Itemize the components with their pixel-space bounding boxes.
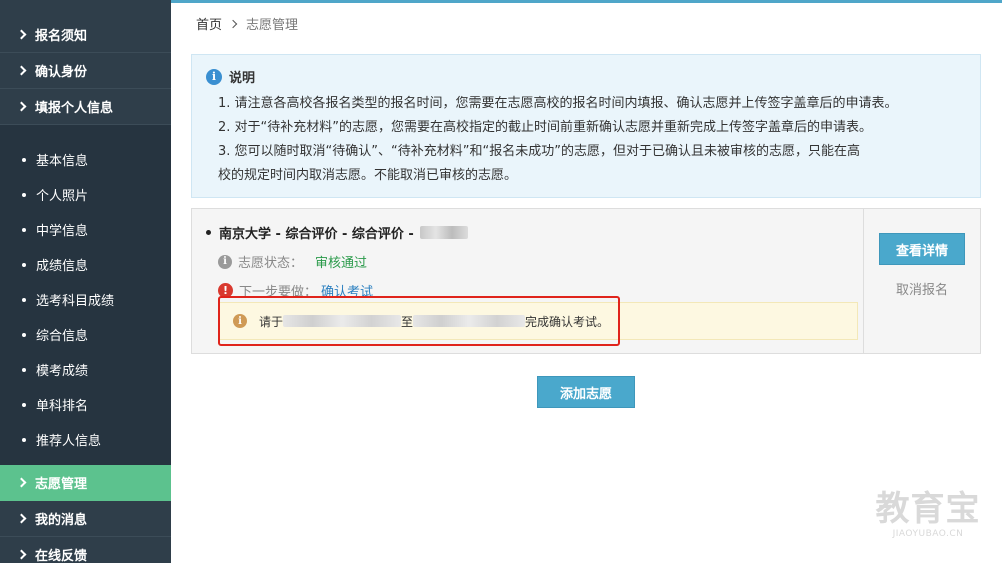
chevron-right-icon (16, 549, 27, 560)
breadcrumb-home-link[interactable]: 首页 (196, 14, 222, 33)
sidebar-subitem-referee-info[interactable]: 推荐人信息 (0, 422, 171, 457)
info-icon: i (233, 314, 247, 328)
application-card-actions: 查看详情 取消报名 (863, 209, 980, 353)
chevron-right-icon (16, 101, 27, 112)
bullet-icon (22, 402, 26, 407)
sidebar-item-label: 确认身份 (35, 65, 88, 80)
sidebar-subitem-label: 个人照片 (36, 189, 89, 204)
notice-panel: i 说明 1. 请注意各高校各报名类型的报名时间，您需要在志愿高校的报名时间内填… (191, 54, 981, 198)
sidebar-subitem-subject-rank[interactable]: 单科排名 (0, 387, 171, 422)
sidebar-subitem-basic-info[interactable]: 基本信息 (0, 142, 171, 177)
breadcrumb-current: 志愿管理 (246, 18, 299, 33)
notice-line: 2. 对于“待补充材料”的志愿，您需要在高校指定的截止时间前重新确认志愿并重新完… (218, 120, 873, 135)
application-title: 南京大学 - 综合评价 - 综合评价 - (219, 227, 414, 242)
next-step-row: ! 下一步要做： 确认考试 (206, 281, 853, 300)
redacted-text (283, 315, 402, 327)
sidebar-top-spacer (0, 0, 171, 17)
sidebar-subitem-label: 单科排名 (36, 399, 89, 414)
sidebar-subitem-grades[interactable]: 成绩信息 (0, 247, 171, 282)
sidebar-subitem-comprehensive-info[interactable]: 综合信息 (0, 317, 171, 352)
bullet-icon (22, 367, 26, 372)
cancel-registration-link[interactable]: 取消报名 (896, 279, 948, 298)
sidebar-item-label: 报名须知 (35, 29, 88, 44)
sidebar-subitem-elective-grades[interactable]: 选考科目成绩 (0, 282, 171, 317)
sidebar-subitem-label: 基本信息 (36, 154, 89, 169)
sidebar-subitem-school-info[interactable]: 中学信息 (0, 212, 171, 247)
confirm-exam-link[interactable]: 确认考试 (321, 281, 373, 300)
add-application-button[interactable]: 添加志愿 (537, 376, 635, 408)
info-icon: i (206, 68, 222, 85)
application-card: 南京大学 - 综合评价 - 综合评价 - i 志愿状态： 审核通过 ! 下一步要… (191, 208, 981, 354)
sidebar-subitem-mock-exam[interactable]: 模考成绩 (0, 352, 171, 387)
sidebar-subitem-label: 推荐人信息 (36, 434, 102, 449)
tip-box: i 请于 至 完成确认考试。 (219, 302, 858, 340)
tip-mid: 至 (401, 314, 414, 329)
redacted-text (419, 226, 468, 239)
bullet-icon (22, 437, 26, 442)
breadcrumb: 首页 志愿管理 (196, 14, 298, 33)
bullet-icon (22, 297, 26, 302)
watermark: 教育宝 JIAOYUBAO.CN (868, 489, 988, 539)
sidebar-item-registration-notice[interactable]: 报名须知 (0, 17, 171, 53)
sidebar-item-label: 我的消息 (35, 513, 88, 528)
bullet-icon (206, 230, 211, 235)
sidebar-item-label: 在线反馈 (35, 549, 88, 563)
notice-line: 3. 您可以随时取消“待确认”、“待补充材料”和“报名未成功”的志愿，但对于已确… (218, 144, 860, 159)
tip-prefix: 请于 (259, 314, 284, 329)
watermark-sub: JIAOYUBAO.CN (892, 529, 964, 539)
notice-line: 校的规定时间内取消志愿。不能取消已审核的志愿。 (218, 168, 518, 183)
bullet-icon (22, 262, 26, 267)
sidebar-subitem-label: 中学信息 (36, 224, 89, 239)
sidebar-item-confirm-identity[interactable]: 确认身份 (0, 53, 171, 89)
tip-suffix: 完成确认考试。 (525, 314, 610, 329)
bullet-icon (22, 192, 26, 197)
notice-title: i 说明 (206, 67, 966, 86)
redacted-text (413, 315, 526, 327)
info-icon: i (218, 254, 232, 269)
status-value: 审核通过 (315, 256, 368, 271)
sidebar-item-feedback[interactable]: 在线反馈 (0, 537, 171, 563)
status-row: i 志愿状态： 审核通过 (206, 252, 853, 271)
notice-title-text: 说明 (229, 71, 256, 86)
sidebar-subitem-label: 综合信息 (36, 329, 89, 344)
sidebar-subitem-label: 模考成绩 (36, 364, 89, 379)
warning-icon: ! (218, 283, 233, 298)
sidebar-item-application-management[interactable]: 志愿管理 (0, 465, 171, 501)
sidebar-subitem-photo[interactable]: 个人照片 (0, 177, 171, 212)
sidebar-item-personal-info[interactable]: 填报个人信息 (0, 89, 171, 125)
sidebar-item-label: 志愿管理 (35, 477, 88, 492)
chevron-right-icon (16, 477, 27, 488)
bullet-icon (22, 227, 26, 232)
view-details-button[interactable]: 查看详情 (879, 233, 965, 265)
bullet-icon (22, 157, 26, 162)
sidebar-subitem-label: 成绩信息 (36, 259, 89, 274)
sidebar-item-my-messages[interactable]: 我的消息 (0, 501, 171, 537)
notice-line: 1. 请注意各高校各报名类型的报名时间，您需要在志愿高校的报名时间内填报、确认志… (218, 96, 898, 111)
chevron-right-icon (228, 19, 238, 28)
chevron-right-icon (16, 65, 27, 76)
sidebar-item-label: 填报个人信息 (35, 101, 114, 116)
chevron-right-icon (16, 513, 27, 524)
next-step-label: 下一步要做： (239, 285, 318, 300)
bullet-icon (22, 332, 26, 337)
sidebar: 报名须知 确认身份 填报个人信息 基本信息 个人照片 中学信息 成绩信息 选考科… (0, 0, 171, 563)
sidebar-sub-list: 基本信息 个人照片 中学信息 成绩信息 选考科目成绩 综合信息 模考成绩 单科排… (0, 125, 171, 465)
sidebar-subitem-label: 选考科目成绩 (36, 294, 115, 309)
top-accent-line (171, 0, 1002, 3)
application-title-row: 南京大学 - 综合评价 - 综合评价 - (206, 223, 853, 242)
status-label: 志愿状态： (238, 256, 304, 271)
watermark-main: 教育宝 (875, 489, 981, 529)
application-card-main: 南京大学 - 综合评价 - 综合评价 - i 志愿状态： 审核通过 ! 下一步要… (192, 209, 863, 353)
chevron-right-icon (16, 29, 27, 40)
